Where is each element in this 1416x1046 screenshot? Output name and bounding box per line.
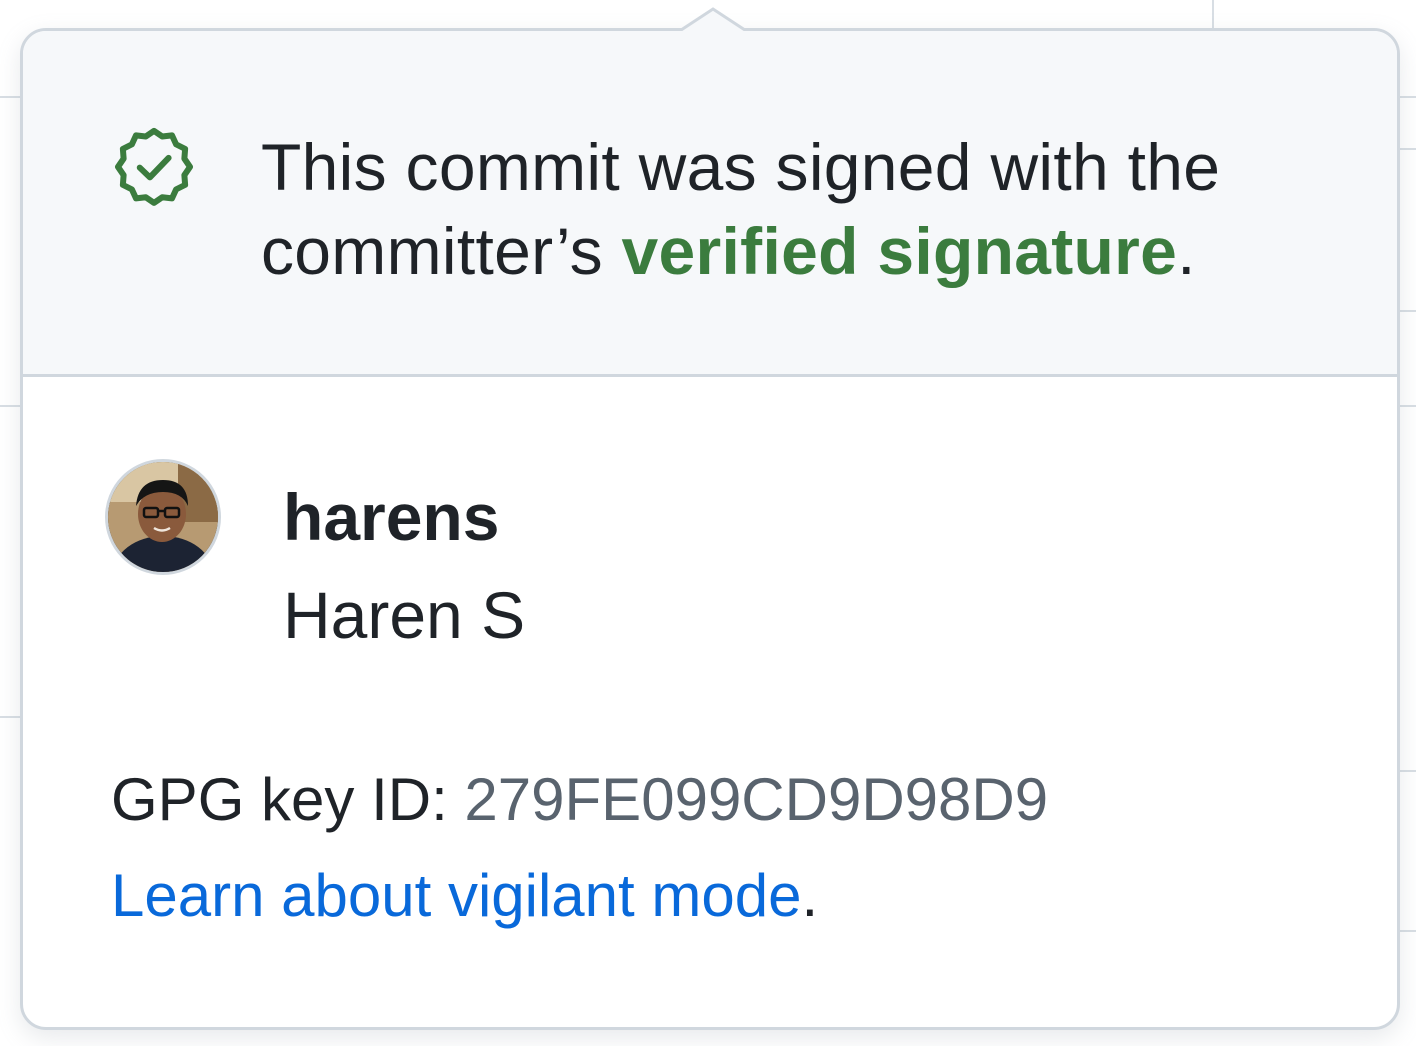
vigilant-mode-link[interactable]: Learn about vigilant mode — [111, 862, 801, 929]
committer-full-name: Haren S — [283, 578, 526, 652]
signature-popover: This commit was signed with the committe… — [20, 7, 1400, 1030]
signature-message-suffix: . — [1177, 214, 1196, 288]
learn-more-suffix: . — [801, 862, 819, 929]
background-divider — [0, 716, 22, 718]
popover-header: This commit was signed with the committe… — [23, 31, 1397, 377]
background-divider — [1398, 405, 1416, 407]
background-divider — [1398, 770, 1416, 772]
verified-signature-link[interactable]: verified signature — [622, 214, 1178, 288]
learn-more-row: Learn about vigilant mode. — [111, 861, 818, 930]
background-divider — [0, 405, 22, 407]
background-divider — [0, 96, 22, 98]
verified-badge-check-icon — [109, 123, 199, 213]
avatar[interactable] — [105, 459, 221, 575]
gpg-key-label: GPG key ID: — [111, 766, 448, 833]
background-divider — [1398, 310, 1416, 312]
background-divider — [1212, 0, 1214, 28]
background-divider — [1398, 96, 1416, 98]
background-divider — [1398, 148, 1416, 150]
signature-message: This commit was signed with the committe… — [261, 125, 1341, 293]
committer-login[interactable]: harens — [283, 479, 499, 555]
background-divider — [1398, 930, 1416, 932]
gpg-key-row: GPG key ID: 279FE099CD9D98D9 — [111, 765, 1048, 834]
gpg-key-id: 279FE099CD9D98D9 — [464, 766, 1049, 833]
